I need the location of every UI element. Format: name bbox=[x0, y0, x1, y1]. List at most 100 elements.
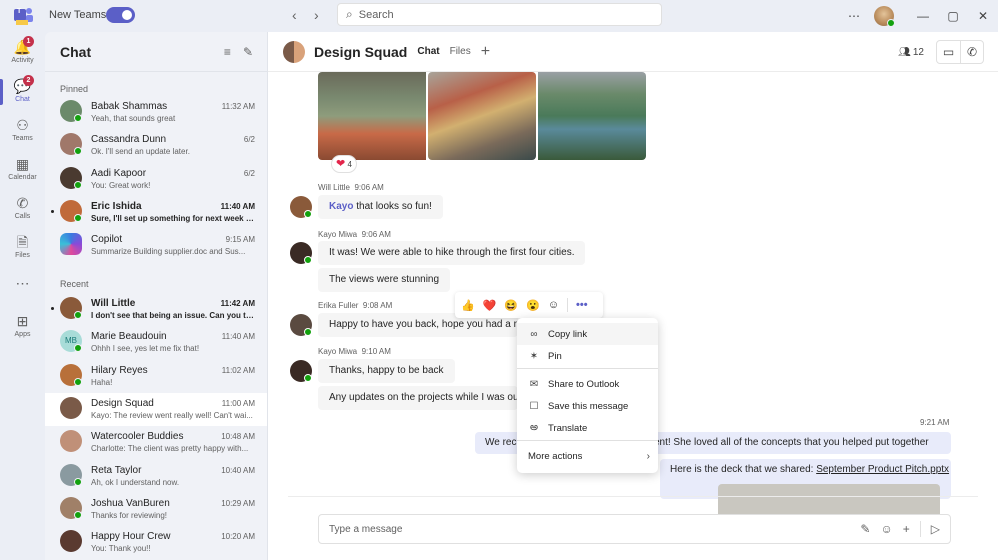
heart-reaction-badge[interactable]: ❤ 4 bbox=[331, 155, 357, 173]
add-tab-icon[interactable]: + bbox=[481, 43, 490, 61]
forward-arrow-icon[interactable]: › bbox=[314, 7, 319, 23]
chat-time: 11:32 AM bbox=[221, 102, 255, 111]
laugh-icon[interactable]: 😆 bbox=[504, 299, 518, 312]
chat-list-item[interactable]: Eric Ishida 11:40 AM Sure, I'll set up som… bbox=[45, 196, 267, 229]
emoji-icon[interactable]: ☺ bbox=[880, 522, 892, 536]
rail-item-teams[interactable]: ⚇ Teams bbox=[0, 112, 45, 150]
recent-section-label: Recent bbox=[60, 279, 89, 289]
back-arrow-icon[interactable]: ‹ bbox=[292, 7, 297, 23]
pin-icon: ✶ bbox=[529, 350, 539, 362]
file-preview-thumbnail[interactable] bbox=[718, 484, 940, 514]
chat-list-item[interactable]: Joshua VanBuren 10:29 AM Thanks for review… bbox=[45, 493, 267, 526]
rail-item-calendar[interactable]: ▦ Calendar bbox=[0, 151, 45, 189]
chat-list-item[interactable]: Happy Hour Crew 10:20 AM You: Thank you!! bbox=[45, 526, 267, 559]
menu-item-save-this-message[interactable]: ☐ Save this message bbox=[517, 395, 658, 417]
more-options-icon[interactable]: ⋯ bbox=[848, 9, 860, 23]
chat-preview: Ah, ok I understand now. bbox=[91, 477, 180, 487]
new-teams-toggle[interactable] bbox=[106, 7, 135, 23]
message-bubble[interactable]: Any updates on the projects while I was … bbox=[318, 386, 518, 410]
video-call-button[interactable]: ▭ bbox=[937, 41, 960, 63]
chat-list-item[interactable]: Aadi Kapoor 6/2 You: Great work! bbox=[45, 163, 267, 196]
send-icon[interactable]: ▷ bbox=[931, 522, 940, 536]
chat-preview: Kayo: The review went really well! Can't… bbox=[91, 410, 253, 420]
chat-list-item[interactable]: Babak Shammas 11:32 AM Yeah, that sounds g… bbox=[45, 96, 267, 129]
chat-list-item[interactable]: Cassandra Dunn 6/2 Ok. I'll send an update… bbox=[45, 129, 267, 162]
status-available-icon bbox=[304, 328, 312, 336]
file-link[interactable]: September Product Pitch.pptx bbox=[816, 464, 949, 475]
message-bubble[interactable]: Thanks, happy to be back bbox=[318, 359, 455, 383]
chat-list-item[interactable]: Will Little 11:42 AM I don't see that bein… bbox=[45, 293, 267, 326]
rail-item-files[interactable]: 🗎 Files bbox=[0, 229, 45, 267]
mention[interactable]: Kayo bbox=[329, 201, 353, 212]
chat-time: 11:40 AM bbox=[221, 332, 255, 342]
apps-icon: ⊞ bbox=[16, 313, 29, 329]
menu-item-pin[interactable]: ✶ Pin bbox=[517, 345, 658, 367]
menu-item-more-actions[interactable]: More actions › bbox=[517, 445, 658, 467]
message-bubble[interactable]: Kayo that looks so fun! bbox=[318, 195, 443, 219]
minimize-button[interactable]: — bbox=[908, 9, 938, 23]
chat-name: Will Little bbox=[91, 298, 136, 309]
menu-item-label: Share to Outlook bbox=[548, 378, 620, 390]
chat-list-item[interactable]: Design Squad 11:00 AM Kayo: The review wen… bbox=[45, 392, 267, 426]
maximize-button[interactable]: ▢ bbox=[938, 9, 968, 23]
profile-avatar[interactable] bbox=[874, 6, 895, 27]
menu-item-label: Copy link bbox=[548, 328, 588, 340]
chat-list-item[interactable]: Watercooler Buddies 10:48 AM Charlotte: Th… bbox=[45, 426, 267, 459]
filter-icon[interactable]: ≡ bbox=[224, 45, 231, 59]
chat-preview: Thanks for reviewing! bbox=[91, 510, 168, 520]
menu-item-share-to-outlook[interactable]: ✉ Share to Outlook bbox=[517, 373, 658, 395]
message-meta: Will Little 9:06 AM bbox=[318, 183, 384, 192]
audio-call-button[interactable]: ✆ bbox=[960, 41, 983, 63]
avatar bbox=[60, 396, 82, 419]
rail-item-activity[interactable]: 🔔 1 Activity bbox=[0, 34, 45, 72]
message-time: 9:06 AM bbox=[361, 230, 391, 239]
search-input[interactable]: ⌕ Search bbox=[337, 3, 662, 26]
rail-item-more[interactable]: ⋯ bbox=[0, 270, 45, 308]
message-composer[interactable]: Type a message ✎ ☺ + ▷ bbox=[318, 514, 951, 544]
avatar[interactable] bbox=[290, 360, 312, 382]
message-bubble[interactable]: The views were stunning bbox=[318, 268, 451, 292]
more-icon: ⋯ bbox=[15, 275, 30, 291]
rail-item-apps[interactable]: ⊞ Apps bbox=[0, 308, 45, 346]
app-rail: 🔔 1 Activity 💬 2 Chat ⚇ Teams ▦ Calendar ✆ Calls 🗎 Fi… bbox=[0, 32, 45, 560]
chat-name: Cassandra Dunn bbox=[91, 134, 167, 146]
phone-icon: ✆ bbox=[966, 45, 978, 59]
rail-item-chat[interactable]: 💬 2 Chat bbox=[0, 73, 45, 111]
rail-item-calls[interactable]: ✆ Calls bbox=[0, 190, 45, 228]
participants-button[interactable]: 👥︎ 12 bbox=[898, 47, 924, 58]
chat-name: Design Squad bbox=[91, 397, 154, 409]
chat-name: Eric Ishida bbox=[91, 200, 142, 212]
avatar[interactable] bbox=[290, 196, 312, 218]
heart-icon[interactable]: ❤️ bbox=[483, 299, 497, 312]
close-button[interactable]: ✕ bbox=[968, 9, 998, 23]
teams-logo-icon: T bbox=[14, 8, 33, 25]
add-reaction-icon[interactable]: ☺ bbox=[548, 299, 559, 311]
status-available-icon bbox=[304, 256, 312, 264]
chat-list-item[interactable]: Reta Taylor 10:40 AM Ah, ok I understand n… bbox=[45, 460, 267, 493]
format-icon[interactable]: ✎ bbox=[860, 522, 870, 536]
status-available-icon bbox=[74, 510, 82, 519]
tab-files[interactable]: Files bbox=[450, 46, 471, 57]
menu-item-copy-link[interactable]: ∞ Copy link bbox=[517, 323, 658, 345]
thumbs-up-icon[interactable]: 👍 bbox=[461, 299, 475, 312]
surprised-icon[interactable]: 😮 bbox=[526, 299, 540, 312]
chat-preview: You: Thank you!! bbox=[91, 544, 151, 554]
attach-plus-icon[interactable]: + bbox=[903, 522, 910, 536]
more-options-icon[interactable]: ••• bbox=[576, 299, 588, 311]
divider bbox=[919, 521, 921, 537]
chat-list-item[interactable]: MB Marie Beaudouin 11:40 AM Ohhh I see, yes… bbox=[45, 326, 267, 359]
rail-item-label: Chat bbox=[15, 96, 30, 103]
photo-gallery bbox=[318, 72, 646, 160]
avatar[interactable] bbox=[290, 314, 312, 336]
message-bubble[interactable]: It was! We were able to hike through the… bbox=[318, 241, 586, 265]
photo-2[interactable] bbox=[428, 72, 536, 160]
new-chat-icon[interactable]: ✎ bbox=[243, 45, 253, 59]
menu-item-translate[interactable]: అ Translate bbox=[517, 417, 658, 439]
chat-list-item[interactable]: Hilary Reyes 11:02 AM Haha! bbox=[45, 360, 267, 393]
avatar[interactable] bbox=[290, 242, 312, 264]
chat-list-item[interactable]: Copilot 9:15 AM Summarize Building supplie… bbox=[45, 229, 267, 262]
photo-3[interactable] bbox=[538, 72, 646, 160]
tab-chat[interactable]: Chat bbox=[417, 46, 439, 57]
photo-1[interactable] bbox=[318, 72, 426, 160]
chat-time: 6/2 bbox=[243, 168, 255, 178]
